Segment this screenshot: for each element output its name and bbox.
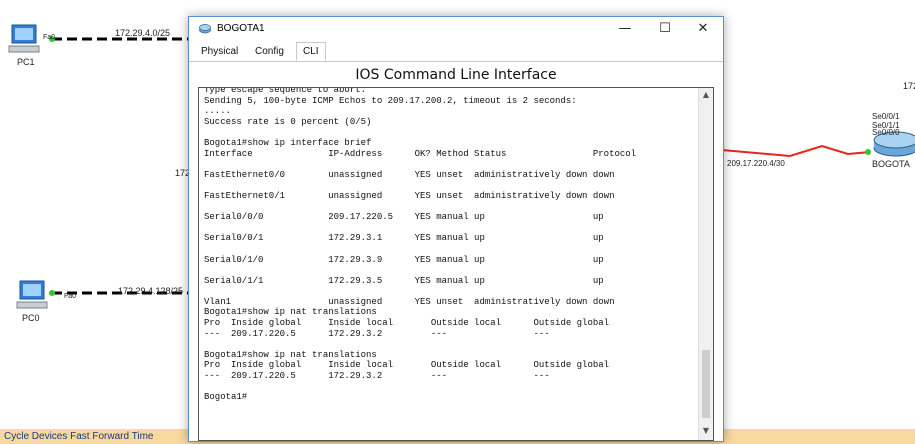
cli-line: Bogota1#show ip nat translations [204, 307, 377, 318]
cli-output[interactable]: Type escape sequence to abort. Sending 5,… [204, 87, 699, 403]
cli-line: Serial0/1/1 172.29.3.5 YES manual up up [204, 275, 604, 286]
serial-network-label: 209.17.220.4/30 [727, 159, 785, 168]
port-label-se000: Se0/0/0 [872, 128, 900, 137]
scroll-up-icon[interactable]: ▲ [699, 90, 713, 102]
cli-line: FastEthernet0/1 unassigned YES unset adm… [204, 190, 615, 201]
cli-line [204, 382, 699, 393]
scroll-down-icon[interactable]: ▼ [699, 426, 713, 438]
router-app-icon [199, 24, 211, 34]
link-pc0-status-dot [49, 290, 55, 296]
link-bottom-network-label: 172.29.4.128/25 [118, 286, 184, 296]
pc0-icon[interactable] [16, 280, 48, 309]
cli-line: ..... [204, 106, 232, 117]
cli-line: Bogota1# [204, 392, 248, 403]
cli-line [204, 286, 699, 297]
cli-heading: IOS Command Line Interface [355, 67, 557, 83]
router-label: BOGOTA [872, 159, 910, 169]
cli-line: Sending 5, 100-byte ICMP Echos to 209.17… [204, 95, 577, 106]
cli-line [204, 244, 699, 255]
cli-console[interactable]: Type escape sequence to abort. Sending 5,… [198, 87, 714, 441]
cli-line [204, 127, 699, 138]
serial-link-bogota[interactable] [721, 144, 871, 158]
cli-line: Success rate is 0 percent (0/5) [204, 116, 372, 127]
cli-line: Interface IP-Address OK? Method Status P… [204, 148, 637, 159]
pc1-label: PC1 [17, 57, 35, 67]
tab-physical[interactable]: Physical [195, 43, 244, 60]
maximize-button[interactable]: ☐ [645, 17, 685, 41]
cli-line: Pro Inside global Inside local Outside l… [204, 360, 610, 371]
link-top-network-label: 172.29.4.0/25 [115, 28, 171, 38]
pc1-icon[interactable] [8, 24, 40, 53]
pc1-port-label: Fa0 [43, 34, 56, 41]
status-bar-text[interactable]: Cycle Devices Fast Forward Time [4, 431, 153, 442]
cli-line: Type escape sequence to abort. [204, 87, 367, 95]
pc0-label: PC0 [22, 313, 40, 323]
cli-line [204, 202, 699, 213]
cli-line: Vlan1 unassigned YES unset administrativ… [204, 296, 615, 307]
cli-line: Bogota1#show ip interface brief [204, 137, 372, 148]
scroll-thumb[interactable] [702, 350, 710, 418]
cli-line: Serial0/0/1 172.29.3.1 YES manual up up [204, 233, 604, 244]
tab-cli[interactable]: CLI [296, 42, 326, 61]
cli-line: Serial0/1/0 172.29.3.9 YES manual up up [204, 254, 604, 265]
cli-line: Bogota1#show ip nat translations [204, 349, 377, 360]
pc0-port-label: Fa0 [64, 293, 77, 300]
cli-line [204, 159, 699, 170]
port-label-se001: Se0/0/1 [872, 112, 900, 121]
window-titlebar[interactable]: BOGOTA1 — ☐ ✕ [189, 17, 723, 41]
partial-network-label-right: 172 [903, 81, 915, 91]
cli-line [204, 339, 699, 350]
minimize-button[interactable]: — [605, 17, 645, 41]
cli-line: FastEthernet0/0 unassigned YES unset adm… [204, 169, 615, 180]
cli-line: Serial0/0/0 209.17.220.5 YES manual up u… [204, 212, 604, 223]
tab-config[interactable]: Config [249, 43, 290, 60]
window-title: BOGOTA1 [217, 23, 265, 34]
close-button[interactable]: ✕ [683, 17, 723, 41]
serial-link-status-dot [865, 149, 871, 155]
cli-line: --- 209.17.220.5 172.29.3.2 --- --- [204, 328, 550, 339]
cli-line [204, 180, 699, 191]
cli-line [204, 265, 699, 276]
cli-line: --- 209.17.220.5 172.29.3.2 --- --- [204, 371, 550, 382]
device-window: BOGOTA1 — ☐ ✕ Physical Config CLI IOS Co… [188, 16, 724, 442]
console-scrollbar[interactable]: ▲ ▼ [698, 88, 713, 440]
cli-line [204, 223, 699, 234]
cli-line: Pro Inside global Inside local Outside l… [204, 318, 610, 329]
tab-bar: Physical Config CLI [189, 41, 723, 62]
